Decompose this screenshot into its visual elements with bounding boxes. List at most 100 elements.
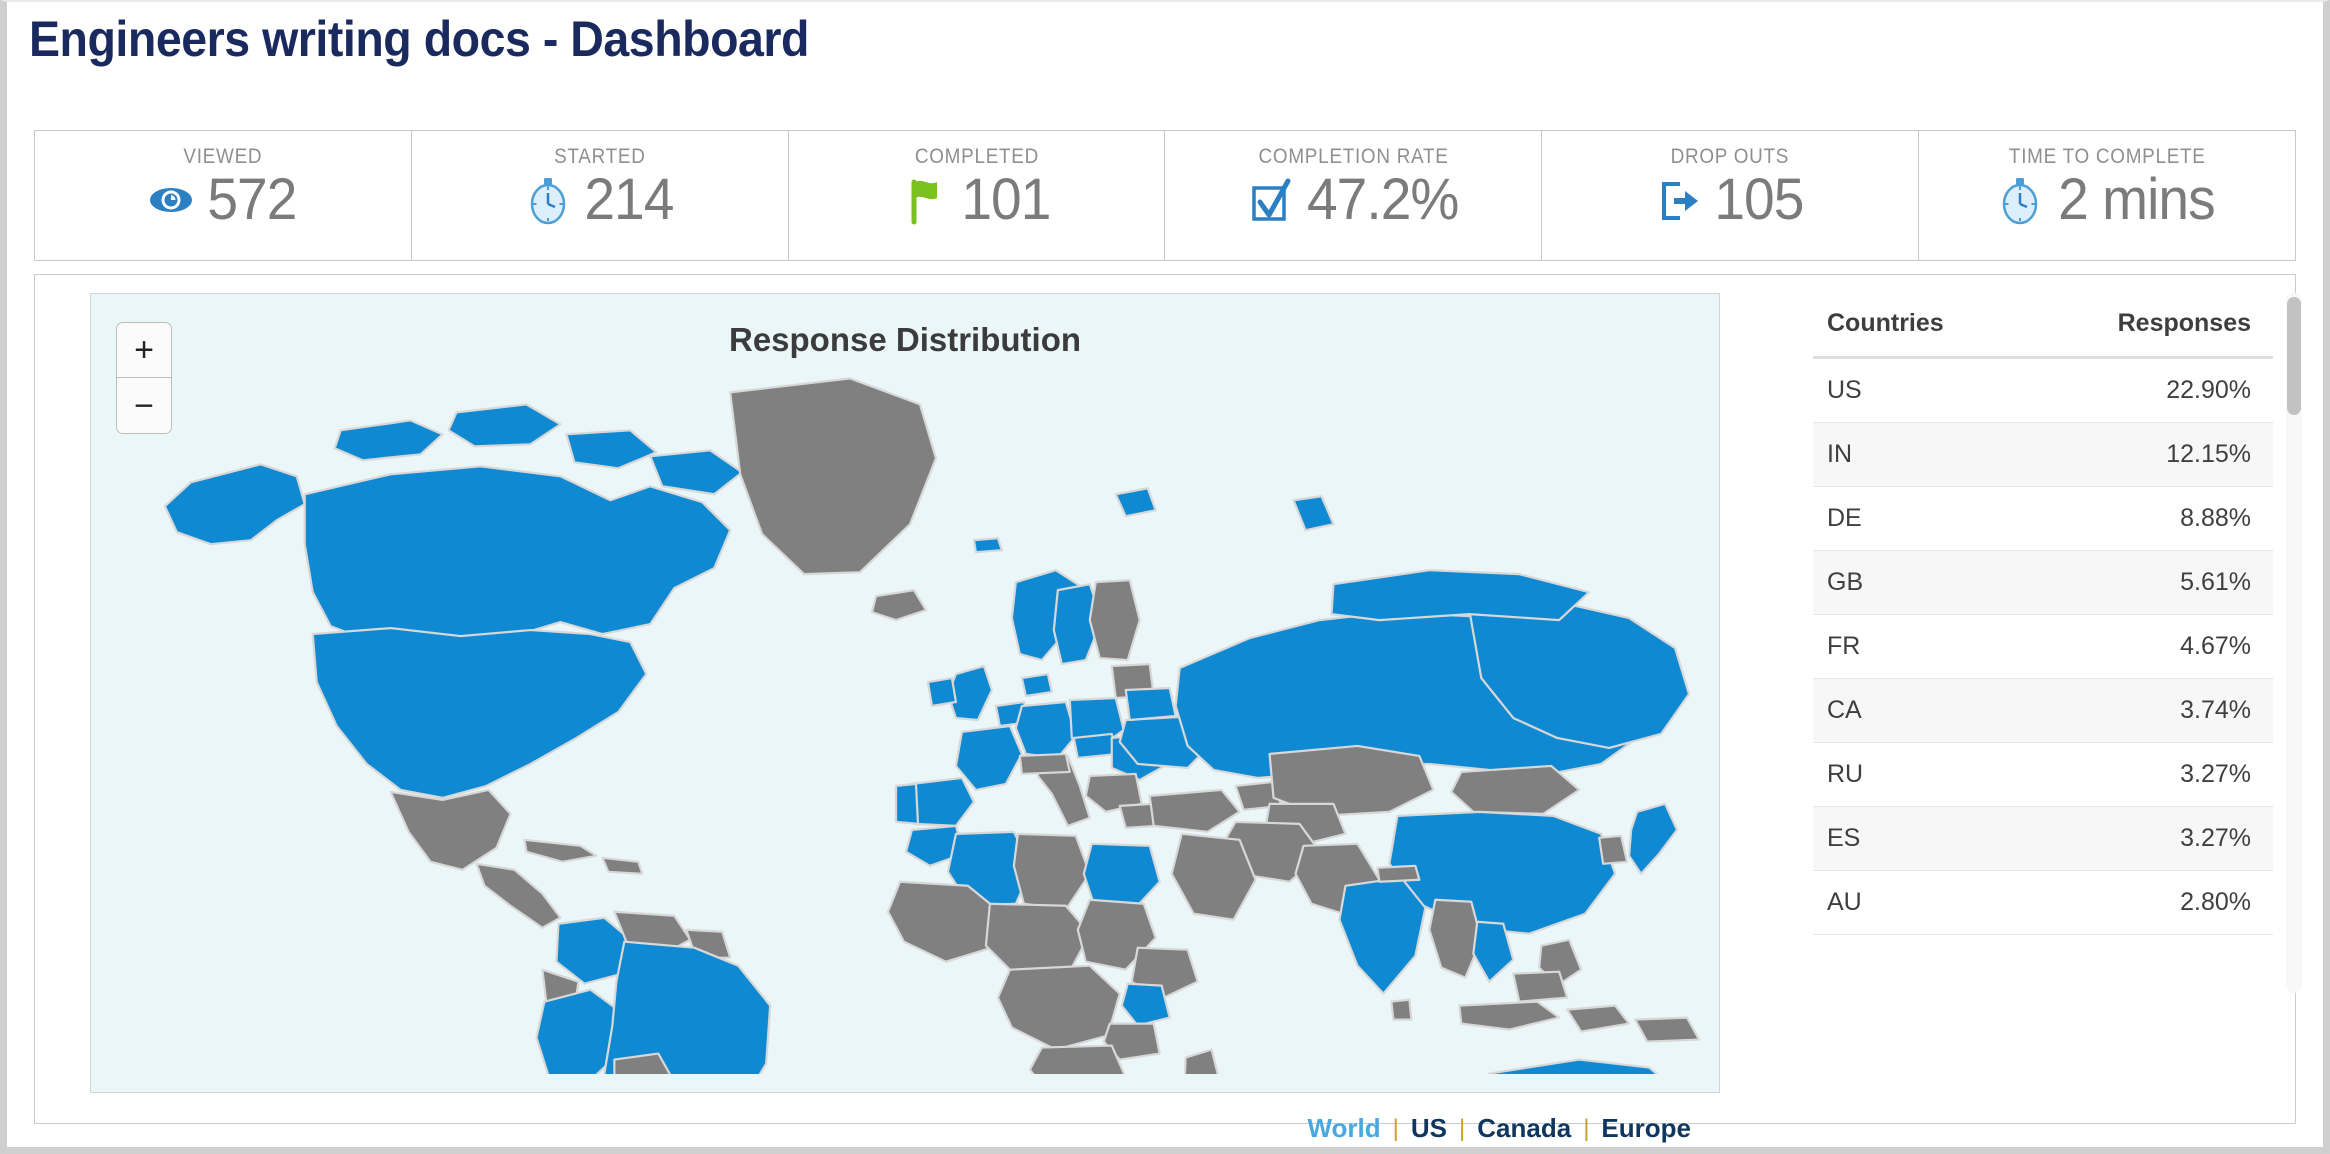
cell-responses: 3.27% xyxy=(2043,742,2273,807)
cell-country: ES xyxy=(1813,806,2043,871)
table-row[interactable]: CA 3.74% xyxy=(1813,678,2273,743)
country-borneo xyxy=(1512,970,1569,1003)
stat-card-viewed[interactable]: VIEWED 572 xyxy=(35,131,412,260)
stat-value: 101 xyxy=(961,167,1051,232)
country-canada-arctic-2 xyxy=(447,403,562,448)
stat-label: COMPLETED xyxy=(914,145,1039,168)
stat-value: 572 xyxy=(207,167,297,232)
cell-responses: 8.88% xyxy=(2043,486,2273,551)
zoom-out-button[interactable]: − xyxy=(117,378,171,433)
country-cuba xyxy=(523,838,598,863)
country-india xyxy=(1338,876,1427,995)
country-russia-siberia-north xyxy=(1330,569,1591,622)
country-sahel xyxy=(984,902,1091,975)
cell-country: US xyxy=(1813,357,2043,423)
country-canada xyxy=(303,465,732,644)
country-ireland xyxy=(926,676,958,708)
map-region-links[interactable]: World | US | Canada | Europe xyxy=(1295,1113,1703,1144)
country-greenland xyxy=(729,377,938,576)
region-link-canada[interactable]: Canada xyxy=(1465,1113,1583,1144)
stat-card-completion-rate[interactable]: COMPLETION RATE 47.2% xyxy=(1165,131,1543,260)
cell-country: FR xyxy=(1813,614,2043,679)
country-novaya-zemlya xyxy=(1292,495,1335,532)
table-row[interactable]: RU 3.27% xyxy=(1813,742,2273,807)
table-header-row: Countries Responses xyxy=(1813,293,2273,359)
country-madagascar xyxy=(1183,1048,1219,1074)
country-denmark xyxy=(1020,672,1053,698)
stat-value: 105 xyxy=(1714,167,1805,232)
country-iceland xyxy=(870,589,928,622)
stopwatch-icon xyxy=(530,178,566,225)
country-hudson-bay-island xyxy=(649,449,744,496)
world-map-svg[interactable] xyxy=(91,334,1719,1074)
region-link-us[interactable]: US xyxy=(1399,1113,1459,1144)
country-canada-arctic-3 xyxy=(565,429,658,470)
cell-responses: 12.15% xyxy=(2043,422,2273,487)
country-france xyxy=(954,724,1023,791)
country-myanmar-thailand xyxy=(1428,898,1483,979)
country-kenya xyxy=(1120,982,1171,1027)
stat-label: TIME TO COMPLETE xyxy=(2008,145,2206,168)
table-row[interactable]: ES 3.27% xyxy=(1813,806,2273,871)
countries-table-body: US 22.90% IN 12.15% DE 8.88% GB 5.61% FR… xyxy=(1813,357,2273,935)
country-germany xyxy=(1014,700,1077,760)
response-distribution-map[interactable]: + − Response Distribution World | US | C… xyxy=(90,293,1720,1143)
region-link-europe[interactable]: Europe xyxy=(1589,1113,1703,1144)
country-portugal xyxy=(894,782,920,825)
table-row[interactable]: AU 2.80% xyxy=(1813,870,2273,935)
cell-country: DE xyxy=(1813,486,2043,551)
country-switzerland-austria xyxy=(1018,752,1071,776)
stat-card-started[interactable]: STARTED 214 xyxy=(412,131,789,260)
column-header-countries[interactable]: Countries xyxy=(1813,293,2043,359)
stat-label: STARTED xyxy=(553,145,646,168)
table-row[interactable]: IN 12.15% xyxy=(1813,422,2273,487)
cell-responses: 5.61% xyxy=(2043,550,2273,615)
cell-responses: 3.27% xyxy=(2043,806,2273,871)
zoom-in-button[interactable]: + xyxy=(117,323,171,378)
country-turkey xyxy=(1148,788,1241,833)
country-middle-east xyxy=(1170,832,1257,921)
country-central-africa xyxy=(996,964,1121,1051)
table-scrollbar-thumb[interactable] xyxy=(2287,297,2301,415)
stat-label: VIEWED xyxy=(183,145,263,168)
column-header-responses[interactable]: Responses xyxy=(2043,293,2273,359)
flag-icon xyxy=(911,179,937,225)
table-scrollbar[interactable] xyxy=(2286,293,2302,993)
cell-responses: 2.80% xyxy=(2043,870,2273,935)
country-sri-lanka xyxy=(1390,998,1413,1021)
country-angola-zambia xyxy=(1028,1044,1126,1074)
country-canada-arctic-1 xyxy=(333,419,444,462)
country-tunisia-libya xyxy=(1012,832,1091,911)
country-indonesia-2 xyxy=(1566,1004,1631,1033)
country-mexico xyxy=(389,788,512,871)
countries-table-wrap[interactable]: Countries Responses US 22.90% IN 12.15% … xyxy=(1813,293,2273,993)
world-map[interactable] xyxy=(91,334,1719,1074)
table-row[interactable]: GB 5.61% xyxy=(1813,550,2273,615)
cell-country: RU xyxy=(1813,742,2043,807)
region-link-world[interactable]: World xyxy=(1295,1113,1392,1144)
dashboard-root: Engineers writing docs - Dashboard VIEWE… xyxy=(0,0,2330,1154)
content-panel: + − Response Distribution World | US | C… xyxy=(34,274,2302,1143)
cell-responses: 22.90% xyxy=(2043,357,2273,423)
table-row[interactable]: DE 8.88% xyxy=(1813,486,2273,551)
country-png xyxy=(1634,1016,1701,1043)
stats-row: VIEWED 572 STARTED 214 COMPLETED 101 COM… xyxy=(34,130,2296,261)
country-mongolia xyxy=(1450,764,1581,815)
exit-icon xyxy=(1662,182,1699,220)
table-row[interactable]: US 22.90% xyxy=(1813,357,2273,423)
country-finland xyxy=(1088,579,1141,662)
stat-card-drop-outs[interactable]: DROP OUTS 105 xyxy=(1542,131,1920,260)
cell-country: CA xyxy=(1813,678,2043,743)
country-korea xyxy=(1598,834,1629,865)
table-row[interactable]: FR 4.67% xyxy=(1813,614,2273,679)
cell-country: AU xyxy=(1813,870,2043,935)
country-faroe xyxy=(972,537,1003,554)
map-zoom-controls[interactable]: + − xyxy=(116,322,172,434)
eye-icon xyxy=(150,188,193,212)
country-alaska xyxy=(163,463,306,546)
countries-table: Countries Responses US 22.90% IN 12.15% … xyxy=(1813,293,2273,935)
checkbox-checked-icon xyxy=(1251,178,1291,221)
country-indonesia-1 xyxy=(1458,1000,1561,1031)
stat-card-time-to-complete[interactable]: TIME TO COMPLETE 2 mins xyxy=(1919,131,2295,260)
stat-card-completed[interactable]: COMPLETED 101 xyxy=(789,131,1166,260)
